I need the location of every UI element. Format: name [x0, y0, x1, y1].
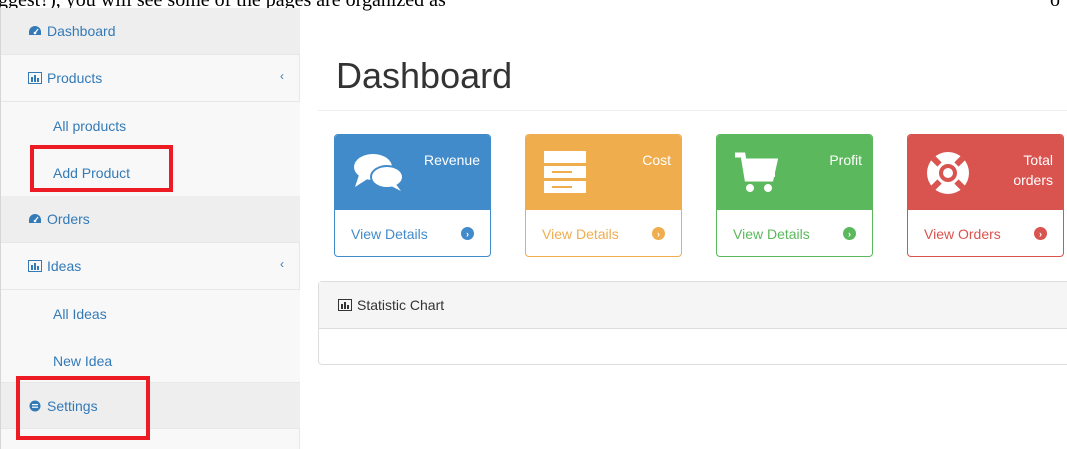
shopping-cart-icon	[735, 152, 779, 192]
total-orders-panel: Total orders View Orders ›	[907, 134, 1064, 257]
sidebar-item-label: Ideas	[47, 258, 82, 274]
panel-title: Total orders	[1013, 150, 1053, 190]
clipped-text-right: o	[1050, 0, 1060, 11]
dashboard-icon	[29, 214, 41, 223]
panel-title: Profit	[829, 152, 862, 168]
arrow-circle-right-icon: ›	[652, 227, 665, 240]
highlight-box-settings	[16, 376, 150, 440]
profit-panel: Profit View Details ›	[716, 134, 873, 257]
sidebar-item-label: All products	[53, 117, 127, 134]
cost-panel: Cost View Details ›	[525, 134, 682, 257]
panel-heading: Cost	[526, 135, 681, 209]
chart-panel-title: Statistic Chart	[357, 297, 445, 313]
panel-title-line2: orders	[1013, 172, 1053, 188]
chevron-left-icon[interactable]: ‹	[280, 69, 284, 83]
sidebar-item-label: New Idea	[53, 352, 113, 369]
comments-icon	[354, 154, 404, 191]
view-details-link[interactable]: View Details ›	[526, 209, 681, 256]
panel-link-label: View Details	[351, 225, 428, 242]
sidebar-item-all-ideas[interactable]: All Ideas	[1, 290, 300, 337]
view-orders-link[interactable]: View Orders ›	[908, 209, 1063, 256]
sidebar-item-orders[interactable]: Orders	[1, 196, 300, 243]
arrow-circle-right-icon: ›	[461, 227, 474, 240]
panel-link-label: View Details	[733, 225, 810, 242]
bar-chart-icon	[338, 299, 352, 311]
sidebar-item-products[interactable]: Products ‹	[1, 55, 300, 102]
sidebar-item-label: Products	[47, 70, 103, 86]
view-details-link[interactable]: View Details ›	[717, 209, 872, 256]
panel-heading: Total orders	[908, 135, 1063, 209]
dashboard-icon	[29, 26, 41, 35]
sidebar-item-label: Dashboard	[47, 23, 116, 39]
view-details-link[interactable]: View Details ›	[335, 209, 490, 256]
arrow-circle-right-icon: ›	[1034, 227, 1047, 240]
panel-title: Revenue	[423, 152, 480, 168]
sidebar-item-all-products[interactable]: All products	[1, 102, 300, 149]
title-divider	[318, 110, 1067, 111]
statistic-chart-panel: Statistic Chart	[318, 281, 1067, 365]
panel-title-line1: Total	[1023, 152, 1053, 168]
sidebar-item-dashboard[interactable]: Dashboard	[1, 8, 300, 55]
life-ring-icon	[927, 152, 969, 194]
arrow-circle-right-icon: ›	[843, 227, 856, 240]
panel-title: Cost	[642, 152, 671, 168]
sidebar-item-ideas[interactable]: Ideas ‹	[1, 243, 300, 290]
panel-link-label: View Details	[542, 225, 619, 242]
panel-heading: Revenue	[335, 135, 490, 209]
revenue-panel: Revenue View Details ›	[334, 134, 491, 257]
chevron-left-icon[interactable]: ‹	[280, 257, 284, 271]
chart-panel-heading: Statistic Chart	[319, 282, 1067, 329]
sidebar-item-label: All Ideas	[53, 305, 107, 322]
panel-link-label: View Orders	[924, 225, 1001, 242]
page-title: Dashboard	[336, 55, 513, 96]
bar-chart-icon	[28, 260, 42, 272]
panel-heading: Profit	[717, 135, 872, 209]
highlight-box-add-product	[30, 145, 173, 192]
bar-chart-icon	[28, 72, 42, 84]
server-icon	[544, 151, 586, 193]
sidebar-item-label: Orders	[47, 211, 90, 227]
